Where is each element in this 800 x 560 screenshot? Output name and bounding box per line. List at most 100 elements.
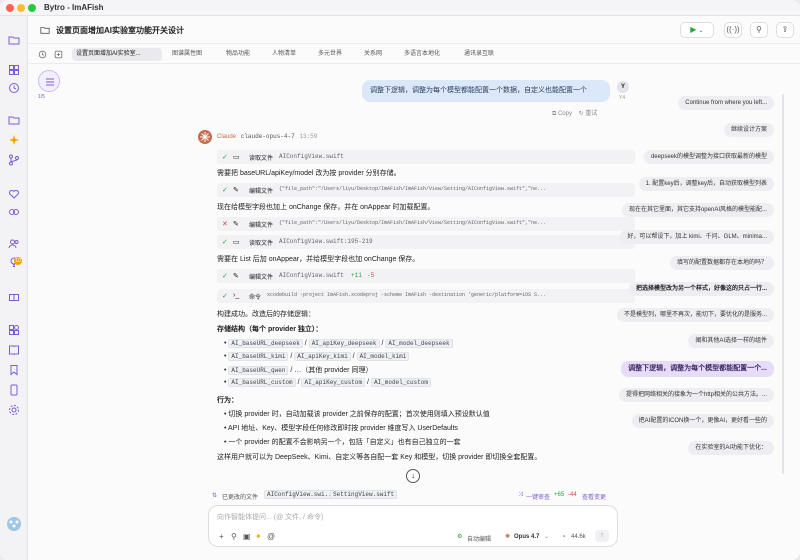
assistant-time: 13:59: [299, 133, 318, 140]
folder-open-icon[interactable]: [8, 114, 20, 126]
history-item[interactable]: 提得把网络相关的接象为一个http相关的公共方法。...: [618, 388, 774, 402]
assistant-text: 构建成功。改造后的存储逻辑：: [217, 311, 315, 318]
tab-i18n[interactable]: 多语言本地化: [400, 48, 454, 61]
tab-contacts[interactable]: 通讯录互联: [460, 48, 510, 61]
history-item[interactable]: 好，可以帮设下，加上 kimi、千问、GLM、minima...: [620, 230, 774, 244]
arrow-down-icon: ↓: [411, 471, 415, 480]
apps-icon[interactable]: [8, 324, 20, 336]
link-icon[interactable]: [8, 206, 20, 218]
branch-icon[interactable]: [8, 154, 20, 166]
run-button[interactable]: ▶ ⌄: [680, 22, 714, 38]
review-all-button[interactable]: 一键审查: [526, 492, 550, 501]
folder-icon[interactable]: [40, 25, 50, 37]
history-item[interactable]: 把AI配置的ICON换一个，更像AI，更好看一些的: [631, 414, 774, 428]
tool-call-command[interactable]: ✓ ›_ 命令 xcodebuild -project ImAFish.xcod…: [217, 289, 635, 303]
tab-relations[interactable]: 关系网: [360, 48, 396, 61]
tool-path: {"file_path":"/Users/liyu/Desktop/ImAFis…: [279, 186, 547, 192]
history-item[interactable]: 继续设计方案: [723, 123, 774, 137]
history-item-active[interactable]: 调整下逻辑，调整为每个模型都能配置一个...: [621, 361, 774, 377]
behavior-heading: 行为：: [217, 397, 238, 404]
behavior-item: • 切换 provider 时，自动加载该 provider 之前保存的配置；首…: [224, 411, 490, 418]
left-rail: 10: [0, 16, 28, 560]
zoom-window-button[interactable]: [28, 4, 36, 12]
assistant-text: 需要在 List 后加 onAppear，并给模型字段也加 onChange 保…: [217, 256, 420, 263]
history-item[interactable]: 不是模型列，哪里不再次，能切下，要优化的是服务...: [616, 308, 774, 322]
app-logo-icon: [6, 516, 22, 532]
tool-command: xcodebuild -project ImAFish.xcodeproj -s…: [267, 292, 547, 298]
broadcast-icon: ((·)): [726, 25, 740, 34]
history-item[interactable]: 填写的配置数据都存在本地的吗？: [669, 256, 774, 270]
tool-call-read[interactable]: ✓ ▭ 读取文件 AIConfigView.swift:195-219: [217, 235, 635, 249]
check-icon: ✓: [222, 187, 228, 194]
prompt-input[interactable]: 向作智能体提问... (@ 文件, / 命令): [217, 512, 323, 522]
at-mention-icon[interactable]: @: [267, 532, 275, 541]
edit-icon: ✎: [233, 273, 239, 280]
history-item[interactable]: 1. 配置key后，调整key后，自动获取模型列表: [638, 177, 774, 191]
history-item[interactable]: 阐和其他AI选择一样的组件: [688, 334, 774, 348]
diff-icon: ⇅: [212, 493, 218, 499]
changed-file-chip[interactable]: AIConfigView.swi...: [264, 490, 339, 499]
chevron-down-icon[interactable]: ⌄: [544, 533, 549, 540]
gift-icon[interactable]: [8, 290, 20, 302]
send-button[interactable]: ↑: [595, 530, 609, 542]
image-icon[interactable]: ▣: [243, 532, 251, 541]
tab-ai-lab[interactable]: 设置页面增加AI实验室...: [72, 48, 162, 61]
assistant-summary: 这样用户就可以为 DeepSeek、Kimi、自定义等各自配一套 Key 和模型…: [217, 454, 542, 461]
check-icon: ✓: [222, 273, 228, 280]
sparkle-icon[interactable]: [8, 134, 20, 146]
users-icon[interactable]: [8, 238, 20, 250]
new-tab-icon[interactable]: [54, 50, 63, 61]
folder-icon[interactable]: [8, 34, 20, 46]
merge-icon: ⤨: [518, 492, 523, 498]
tab-graph[interactable]: 图谱属性图: [168, 48, 218, 61]
tool-call-read[interactable]: ✓ ▭ 读取文件 AIConfigView.swift: [217, 150, 635, 164]
history-scrollbar[interactable]: [780, 64, 786, 504]
assistant-text: 现在给模型字段也加上 onChange 保存，并在 onAppear 时加载配置…: [217, 204, 435, 211]
history-icon[interactable]: [38, 50, 47, 61]
edit-icon: ✎: [233, 221, 239, 228]
history-item[interactable]: 在实验室的AI功能下优化：: [688, 441, 774, 455]
scroll-down-button[interactable]: ↓: [406, 469, 420, 483]
phone-icon[interactable]: [8, 384, 20, 396]
tab-characters[interactable]: 人物清单: [268, 48, 310, 61]
attach-button[interactable]: ⚲: [750, 22, 768, 38]
history-item[interactable]: deepseek的模型调整为接口获取最新的模型: [643, 150, 774, 164]
key-list-item: • AI_baseURL_custom / AI_apiKey_custom /…: [224, 378, 431, 387]
sparkle-icon[interactable]: ✦: [255, 532, 262, 541]
gear-icon[interactable]: [8, 404, 20, 416]
minimize-window-button[interactable]: [17, 4, 25, 12]
view-changes-button[interactable]: 查看变更: [582, 492, 606, 501]
broadcast-button[interactable]: ((·)): [724, 22, 742, 38]
history-icon[interactable]: [8, 82, 20, 94]
changed-file-chip[interactable]: SettingView.swift: [330, 490, 398, 499]
tool-call-edit-failed[interactable]: ✕ ✎ 编辑文件 {"file_path":"/Users/liyu/Deskt…: [217, 217, 635, 231]
history-item[interactable]: 现在在其它里面，其它支持openAI风格的模型能配...: [621, 203, 774, 217]
claude-avatar: [198, 130, 212, 144]
mode-selector[interactable]: 自动编辑: [467, 534, 491, 543]
list-icon: [46, 78, 54, 86]
close-window-button[interactable]: [6, 4, 14, 12]
share-button[interactable]: ⇪: [776, 22, 794, 38]
mode-icon: ⚙: [457, 534, 463, 540]
tool-call-edit[interactable]: ✓ ✎ 编辑文件 {"file_path":"/Users/liyu/Deskt…: [217, 183, 635, 197]
tab-items[interactable]: 物品功能: [222, 48, 264, 61]
history-item[interactable]: 把选择模型改为另一个样式，好像这的只占一行...: [628, 282, 774, 296]
tab-multiverse[interactable]: 多元世界: [314, 48, 356, 61]
tool-label: 编辑文件: [249, 223, 274, 229]
model-selector[interactable]: Opus 4.7: [514, 534, 539, 540]
paperclip-icon[interactable]: ⚲: [231, 532, 237, 541]
book-icon[interactable]: [8, 344, 20, 356]
history-item[interactable]: Continue from where you left...: [678, 96, 774, 110]
tool-call-edit[interactable]: ✓ ✎ 编辑文件 AIConfigView.swift +11 -5: [217, 269, 635, 283]
doc-icon: ▭: [233, 239, 240, 246]
bookmark-icon[interactable]: [8, 364, 20, 376]
app-window: Bytro - ImAFish 10 设置页面增加AI实验室功能开关设计 ▶ ⌄…: [0, 0, 800, 560]
context-ring-icon: ◔: [561, 532, 566, 541]
outline-button[interactable]: [38, 70, 60, 92]
heart-icon[interactable]: [8, 188, 20, 200]
add-icon[interactable]: +: [219, 532, 224, 541]
grid-icon[interactable]: [8, 64, 20, 76]
key-list-item: • AI_baseURL_kimi / AI_apiKey_kimi / AI_…: [224, 352, 410, 361]
behavior-item: • 一个 provider 的配置不会影响另一个，包括「自定义」也有自己独立的一…: [224, 439, 461, 446]
notification-badge: 10: [14, 257, 22, 265]
